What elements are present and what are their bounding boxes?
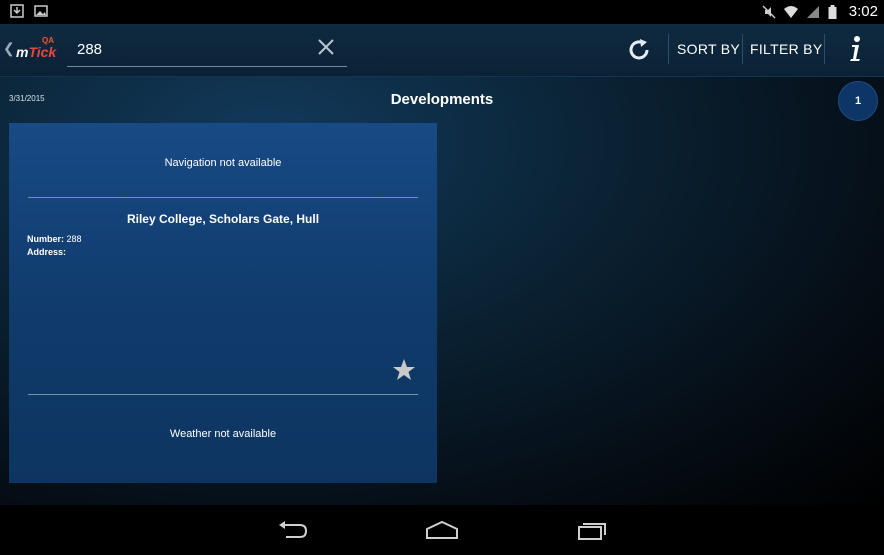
toolbar-divider [668,34,669,64]
signal-icon [806,5,819,18]
status-time: 3:02 [848,3,878,20]
back-chevron-icon[interactable]: ❮ [3,40,15,57]
number-label: Number: [27,234,65,244]
battery-icon [828,4,837,19]
divider [28,197,418,198]
mute-icon [762,4,776,19]
navigation-message: Navigation not available [164,157,282,169]
weather-message: Weather not available [169,428,277,440]
image-icon [34,5,48,17]
info-icon[interactable] [845,34,865,64]
filter-by-button[interactable]: FILTER BY [750,41,822,57]
sort-by-button[interactable]: SORT BY [677,41,740,57]
number-row: Number: 288 [27,234,82,244]
logo-text: mTick [16,44,57,60]
nav-recents-icon[interactable] [575,519,609,541]
number-value: 288 [66,234,82,244]
system-nav-bar [0,505,884,555]
clear-icon[interactable] [317,38,335,56]
wifi-icon [783,5,798,18]
address-label: Address: [27,247,67,257]
result-count-badge[interactable]: 1 [838,81,878,121]
refresh-icon[interactable] [625,36,653,64]
main-content: 3/31/2015 Developments 1 Navigation not … [0,77,884,505]
search-box [67,32,347,67]
download-icon [10,4,24,18]
page-title: Developments [390,91,494,108]
app-logo[interactable]: QA mTick [16,34,56,64]
star-icon[interactable] [392,358,416,382]
address-row: Address: [27,247,66,257]
divider [28,394,418,395]
toolbar-divider [824,34,825,64]
site-name: Riley College, Scholars Gate, Hull [126,212,320,226]
status-bar: 3:02 [0,0,884,24]
app-bar: ❮ QA mTick SORT BY FILTER BY [0,24,884,77]
development-card[interactable]: Navigation not available Riley College, … [9,123,437,483]
search-input[interactable] [75,36,309,62]
toolbar-divider [742,34,743,64]
nav-back-icon[interactable] [276,519,310,541]
nav-home-icon[interactable] [425,519,459,541]
